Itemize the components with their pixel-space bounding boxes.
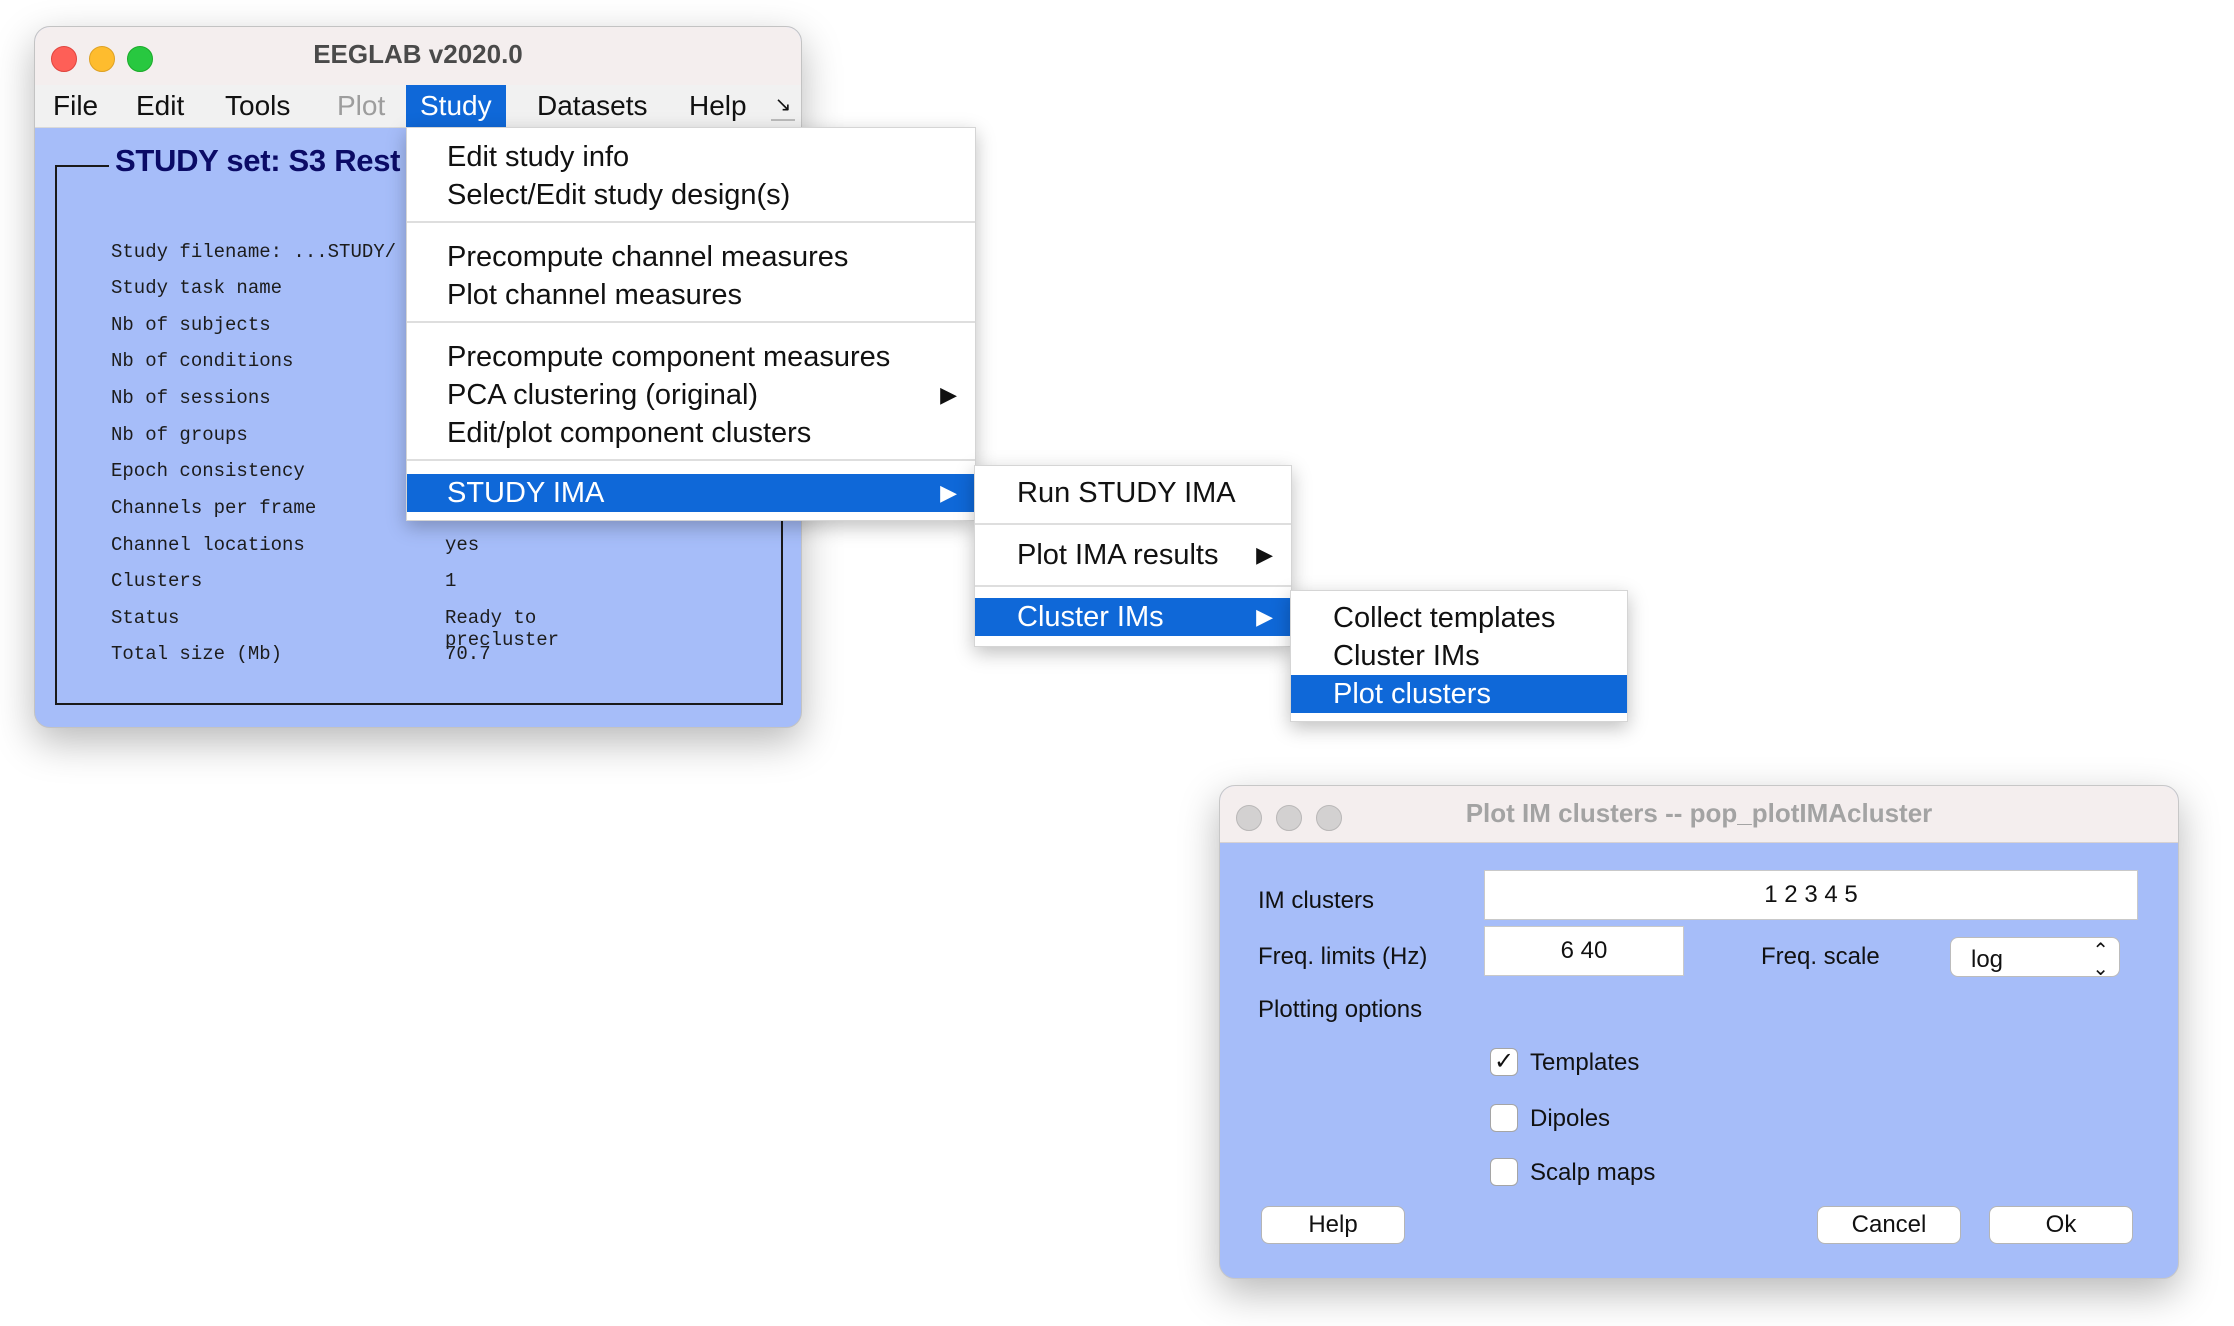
info-label: Study filename: ...STUDY/ [111, 241, 397, 263]
submenu-arrow-icon: ▶ [940, 382, 957, 407]
plot-im-clusters-dialog: Plot IM clusters -- pop_plotIMAcluster I… [1219, 785, 2179, 1279]
info-label: Status [111, 607, 180, 629]
menu-overflow-icon[interactable]: ↘ [771, 91, 795, 121]
cancel-button[interactable]: Cancel [1817, 1206, 1961, 1244]
info-label: Channel locations [111, 534, 305, 556]
info-row: Epoch consistency [111, 460, 305, 490]
templates-label: Templates [1530, 1049, 1640, 1076]
scalp-maps-label: Scalp maps [1530, 1159, 1656, 1186]
submenu-arrow-icon: ▶ [1256, 604, 1273, 629]
menu-item-run-study-ima[interactable]: Run STUDY IMA [975, 474, 1291, 512]
info-label: Clusters [111, 570, 203, 592]
menu-separator [975, 585, 1291, 587]
menu-item-precompute-channel[interactable]: Precompute channel measures [407, 238, 975, 276]
info-row: Channels per frame [111, 497, 316, 527]
info-row: Study filename: ...STUDY/ [111, 241, 396, 271]
menu-item-label: Cluster IMs [1017, 601, 1164, 633]
menu-item-plot-ima-results[interactable]: Plot IMA results ▶ [975, 536, 1291, 574]
dialog-title: Plot IM clusters -- pop_plotIMAcluster [1465, 798, 1933, 828]
freq-limits-input[interactable]: 6 40 [1484, 926, 1684, 976]
info-row: Nb of groups [111, 424, 248, 454]
freq-limits-label: Freq. limits (Hz) [1258, 943, 1428, 970]
menu-item-pca-clustering[interactable]: PCA clustering (original) ▶ [407, 376, 975, 414]
freq-scale-value: log [1971, 946, 2004, 973]
menu-study[interactable]: Study [406, 85, 506, 127]
menu-item-collect-templates[interactable]: Collect templates [1291, 599, 1627, 637]
study-ima-submenu: Run STUDY IMA Plot IMA results ▶ Cluster… [974, 465, 1292, 647]
menu-item-label: STUDY IMA [447, 477, 605, 509]
ok-button[interactable]: Ok [1989, 1206, 2133, 1244]
menu-datasets[interactable]: Datasets [537, 85, 648, 127]
info-row: Nb of subjects [111, 314, 271, 344]
menu-separator [975, 523, 1291, 525]
info-row: Nb of conditions [111, 350, 293, 380]
menu-item-cluster-ims[interactable]: Cluster IMs ▶ [975, 598, 1291, 636]
menu-edit[interactable]: Edit [136, 85, 184, 127]
info-label: Nb of subjects [111, 314, 271, 336]
dipoles-checkbox[interactable] [1490, 1104, 1518, 1132]
info-row: Nb of sessions [111, 387, 271, 417]
chevron-updown-icon: ⌃ ⌄ [2092, 940, 2109, 980]
info-row: Status Ready to precluster [111, 607, 559, 651]
info-label: Study task name [111, 277, 283, 299]
info-label: Channels per frame [111, 497, 317, 519]
cluster-ims-submenu: Collect templates Cluster IMs Plot clust… [1290, 590, 1628, 722]
info-label: Nb of conditions [111, 350, 294, 372]
info-row: Clusters 1 [111, 570, 456, 600]
menu-item-edit-study-info[interactable]: Edit study info [407, 138, 975, 176]
freq-scale-select[interactable]: log ⌃ ⌄ [1950, 937, 2120, 980]
im-clusters-input[interactable]: 1 2 3 4 5 [1484, 870, 2138, 920]
plotting-options-label: Plotting options [1258, 996, 1423, 1023]
help-button[interactable]: Help [1261, 1206, 1405, 1244]
info-value: 1 [445, 570, 457, 592]
submenu-arrow-icon: ▶ [940, 480, 957, 505]
menu-help[interactable]: Help [689, 85, 747, 127]
window-title: EEGLAB v2020.0 [313, 39, 523, 69]
menu-item-select-study-design[interactable]: Select/Edit study design(s) [407, 176, 975, 214]
menu-item-label: Plot IMA results [1017, 539, 1219, 571]
info-label: Total size (Mb) [111, 643, 283, 665]
menu-bar: File Edit Tools Plot Study Datasets Help [35, 85, 801, 128]
menu-item-edit-plot-clusters[interactable]: Edit/plot component clusters [407, 414, 975, 452]
menu-separator [407, 321, 975, 323]
info-label: Epoch consistency [111, 460, 305, 482]
menu-item-precompute-component[interactable]: Precompute component measures [407, 338, 975, 376]
menu-tools[interactable]: Tools [225, 85, 290, 127]
menu-item-study-ima[interactable]: STUDY IMA ▶ [407, 474, 975, 512]
title-bar: EEGLAB v2020.0 [35, 27, 801, 86]
freq-scale-label: Freq. scale [1761, 943, 1880, 970]
menu-separator [407, 221, 975, 223]
menu-item-cluster-ims-run[interactable]: Cluster IMs [1291, 637, 1627, 675]
menu-plot[interactable]: Plot [337, 85, 385, 127]
submenu-arrow-icon: ▶ [1256, 542, 1273, 567]
info-label: Nb of groups [111, 424, 248, 446]
menu-item-plot-channel[interactable]: Plot channel measures [407, 276, 975, 314]
dipoles-label: Dipoles [1530, 1105, 1611, 1132]
scalp-maps-checkbox[interactable] [1490, 1158, 1518, 1186]
info-row: Study task name [111, 277, 282, 307]
dialog-title-bar: Plot IM clusters -- pop_plotIMAcluster [1220, 786, 2178, 843]
info-value: yes [445, 534, 480, 556]
info-label: Nb of sessions [111, 387, 271, 409]
info-value: 70.7 [445, 643, 491, 665]
study-title: STUDY set: S3 Rest [109, 143, 407, 179]
study-menu: Edit study info Select/Edit study design… [406, 127, 976, 521]
menu-file[interactable]: File [53, 85, 98, 127]
menu-separator [407, 459, 975, 461]
templates-checkbox[interactable]: ✓ [1490, 1048, 1518, 1076]
menu-item-label: PCA clustering (original) [447, 379, 759, 411]
menu-item-plot-clusters[interactable]: Plot clusters [1291, 675, 1627, 713]
im-clusters-label: IM clusters [1258, 887, 1375, 914]
info-row: Total size (Mb) 70.7 [111, 643, 491, 673]
info-row: Channel locations yes [111, 534, 479, 564]
